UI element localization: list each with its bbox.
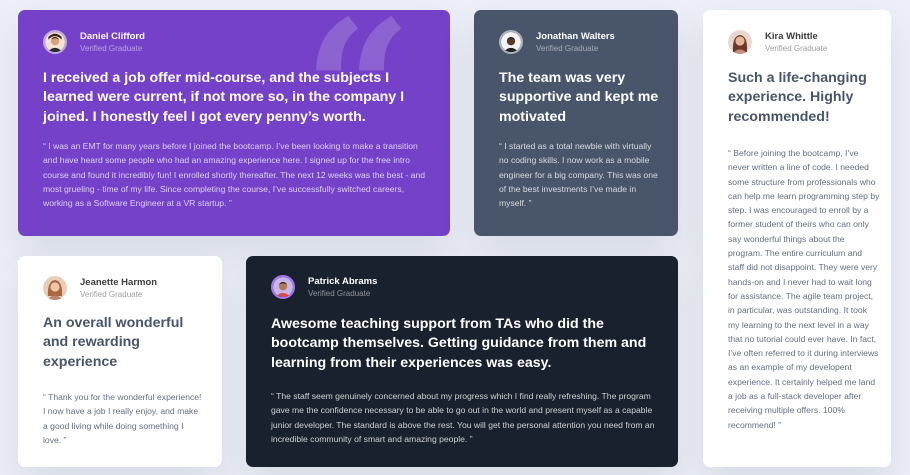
testimonial-headline: Such a life-changing experience. Highly … (728, 70, 867, 125)
avatar-jonathan (499, 30, 523, 54)
testimonial-headline: I received a job offer mid-course, and t… (43, 70, 405, 125)
author-name: Kira Whittle (765, 30, 818, 42)
testimonial-headline: Awesome teaching support from TAs who di… (271, 316, 647, 371)
card-header: Patrick Abrams Verified Graduate (271, 275, 377, 299)
testimonial-card-patrick: Patrick Abrams Verified Graduate Awesome… (246, 256, 678, 467)
author-name: Jonathan Walters (536, 30, 615, 42)
author-role: Verified Graduate (80, 289, 143, 299)
card-header: Daniel Clifford Verified Graduate (43, 30, 145, 54)
testimonial-card-kira: Kira Whittle Verified Graduate Such a li… (703, 10, 891, 467)
card-header: Kira Whittle Verified Graduate (728, 30, 827, 54)
testimonial-card-jonathan: Jonathan Walters Verified Graduate The t… (474, 10, 678, 236)
author-role: Verified Graduate (765, 43, 828, 53)
testimonial-card-jeanette: Jeanette Harmon Verified Graduate An ove… (18, 256, 222, 467)
author-name: Daniel Clifford (80, 30, 145, 42)
testimonial-headline: An overall wonderful and rewarding exper… (43, 315, 184, 370)
testimonial-body: “ Before joining the bootcamp, I’ve neve… (728, 148, 880, 430)
testimonial-body: “ Thank you for the wonderful experience… (43, 392, 202, 445)
avatar-daniel (43, 30, 67, 54)
testimonial-body: “ I started as a total newbie with virtu… (499, 141, 658, 209)
author-name: Jeanette Harmon (80, 276, 158, 288)
card-header: Jonathan Walters Verified Graduate (499, 30, 615, 54)
testimonial-headline: The team was very supportive and kept me… (499, 70, 659, 125)
avatar-patrick (271, 275, 295, 299)
testimonial-body: “ I was an EMT for many years before I j… (43, 141, 426, 209)
author-role: Verified Graduate (536, 43, 599, 53)
card-header: Jeanette Harmon Verified Graduate (43, 276, 157, 300)
testimonial-body: “ The staff seem genuinely concerned abo… (271, 391, 655, 444)
author-role: Verified Graduate (308, 288, 371, 298)
avatar-jeanette (43, 276, 67, 300)
author-name: Patrick Abrams (308, 275, 378, 287)
avatar-kira (728, 30, 752, 54)
author-role: Verified Graduate (80, 43, 143, 53)
testimonial-card-daniel: “ Daniel Clifford Verified Graduate I re… (18, 10, 450, 236)
